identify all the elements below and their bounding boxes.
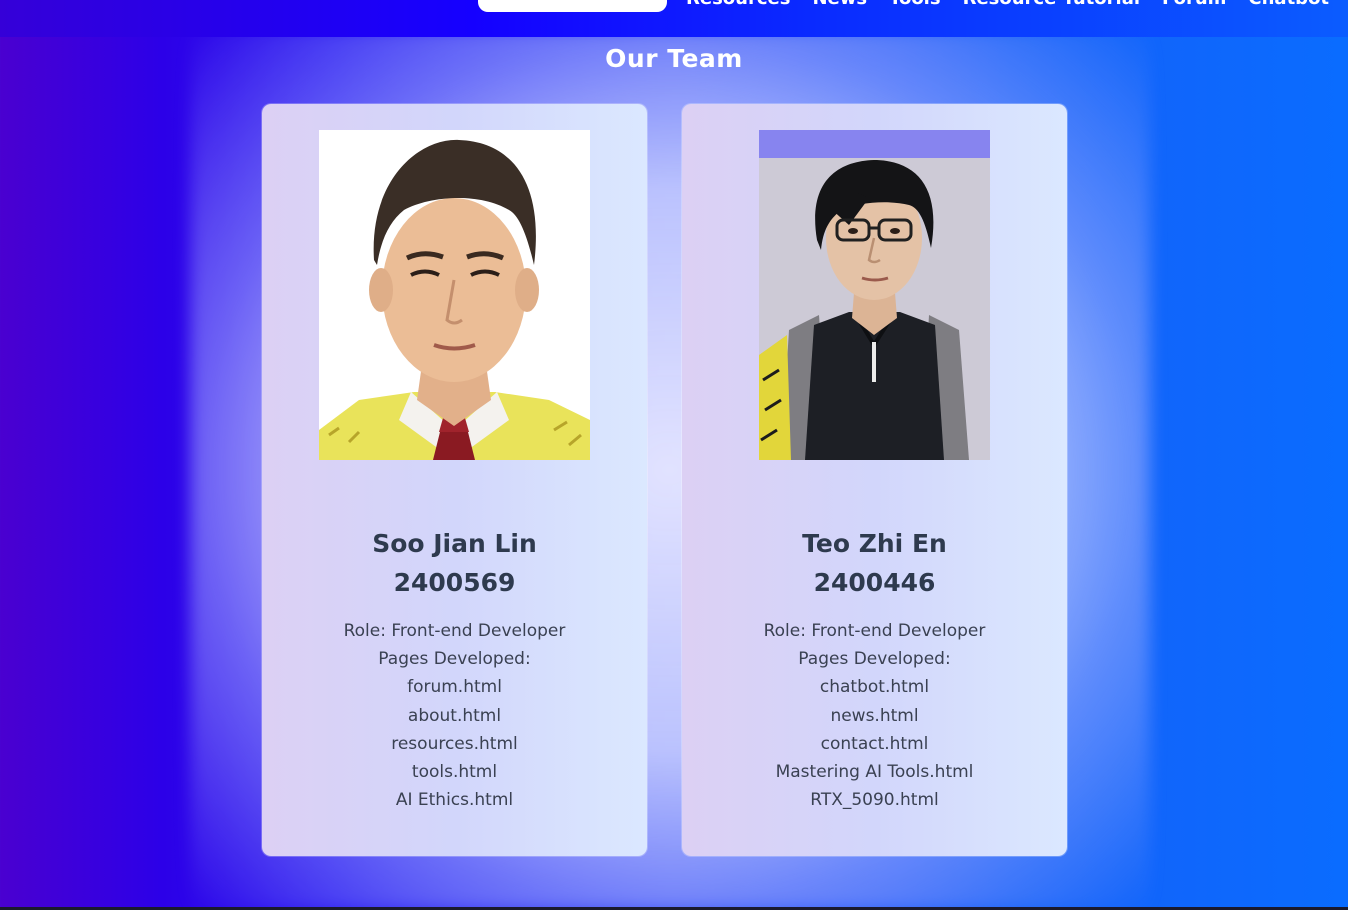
member-name: Soo Jian Lin — [372, 529, 537, 558]
member-role: Role: Front-end Developer — [343, 621, 566, 641]
page-item: news.html — [830, 705, 919, 726]
page-item: tools.html — [411, 762, 498, 783]
member-id: 2400446 — [813, 568, 936, 597]
member-id: 2400569 — [393, 568, 516, 597]
page-item: AI Ethics.html — [395, 790, 514, 811]
page-item: resources.html — [391, 733, 518, 754]
member-photo — [759, 130, 990, 460]
page-item: contact.html — [820, 733, 929, 754]
member-name: Teo Zhi En — [802, 529, 947, 558]
page-item: RTX_5090.html — [810, 790, 939, 811]
top-navbar: Resources News Tools Resource Tutorial F… — [0, 0, 1348, 37]
nav-link-resources[interactable]: Resources — [686, 0, 790, 9]
pages-developed-label: Pages Developed: — [378, 649, 531, 670]
page-item: forum.html — [407, 677, 502, 698]
page-item: chatbot.html — [819, 677, 930, 698]
person-portrait-image — [319, 130, 590, 460]
team-member-card: Soo Jian Lin 2400569 Role: Front-end Dev… — [262, 104, 647, 856]
page-item: Mastering AI Tools.html — [775, 762, 974, 783]
pages-developed-label: Pages Developed: — [798, 649, 951, 670]
nav-link-chatbot[interactable]: Chatbot — [1248, 0, 1329, 9]
member-photo — [319, 130, 590, 460]
nav-link-resource-tutorial[interactable]: Resource Tutorial — [963, 0, 1140, 9]
nav-links: Resources News Tools Resource Tutorial F… — [686, 0, 1348, 9]
person-portrait-image — [759, 130, 990, 460]
page-title: Our Team — [605, 44, 743, 73]
nav-link-tools[interactable]: Tools — [889, 0, 941, 9]
member-details: Role: Front-end Developer Pages Develope… — [262, 617, 647, 814]
nav-link-forum[interactable]: Forum — [1162, 0, 1226, 9]
team-member-card: Teo Zhi En 2400446 Role: Front-end Devel… — [682, 104, 1067, 856]
member-details: Role: Front-end Developer Pages Develope… — [682, 617, 1067, 814]
page-item: about.html — [407, 705, 502, 726]
member-role: Role: Front-end Developer — [763, 621, 986, 641]
search-input[interactable] — [478, 0, 667, 12]
nav-link-news[interactable]: News — [812, 0, 867, 9]
